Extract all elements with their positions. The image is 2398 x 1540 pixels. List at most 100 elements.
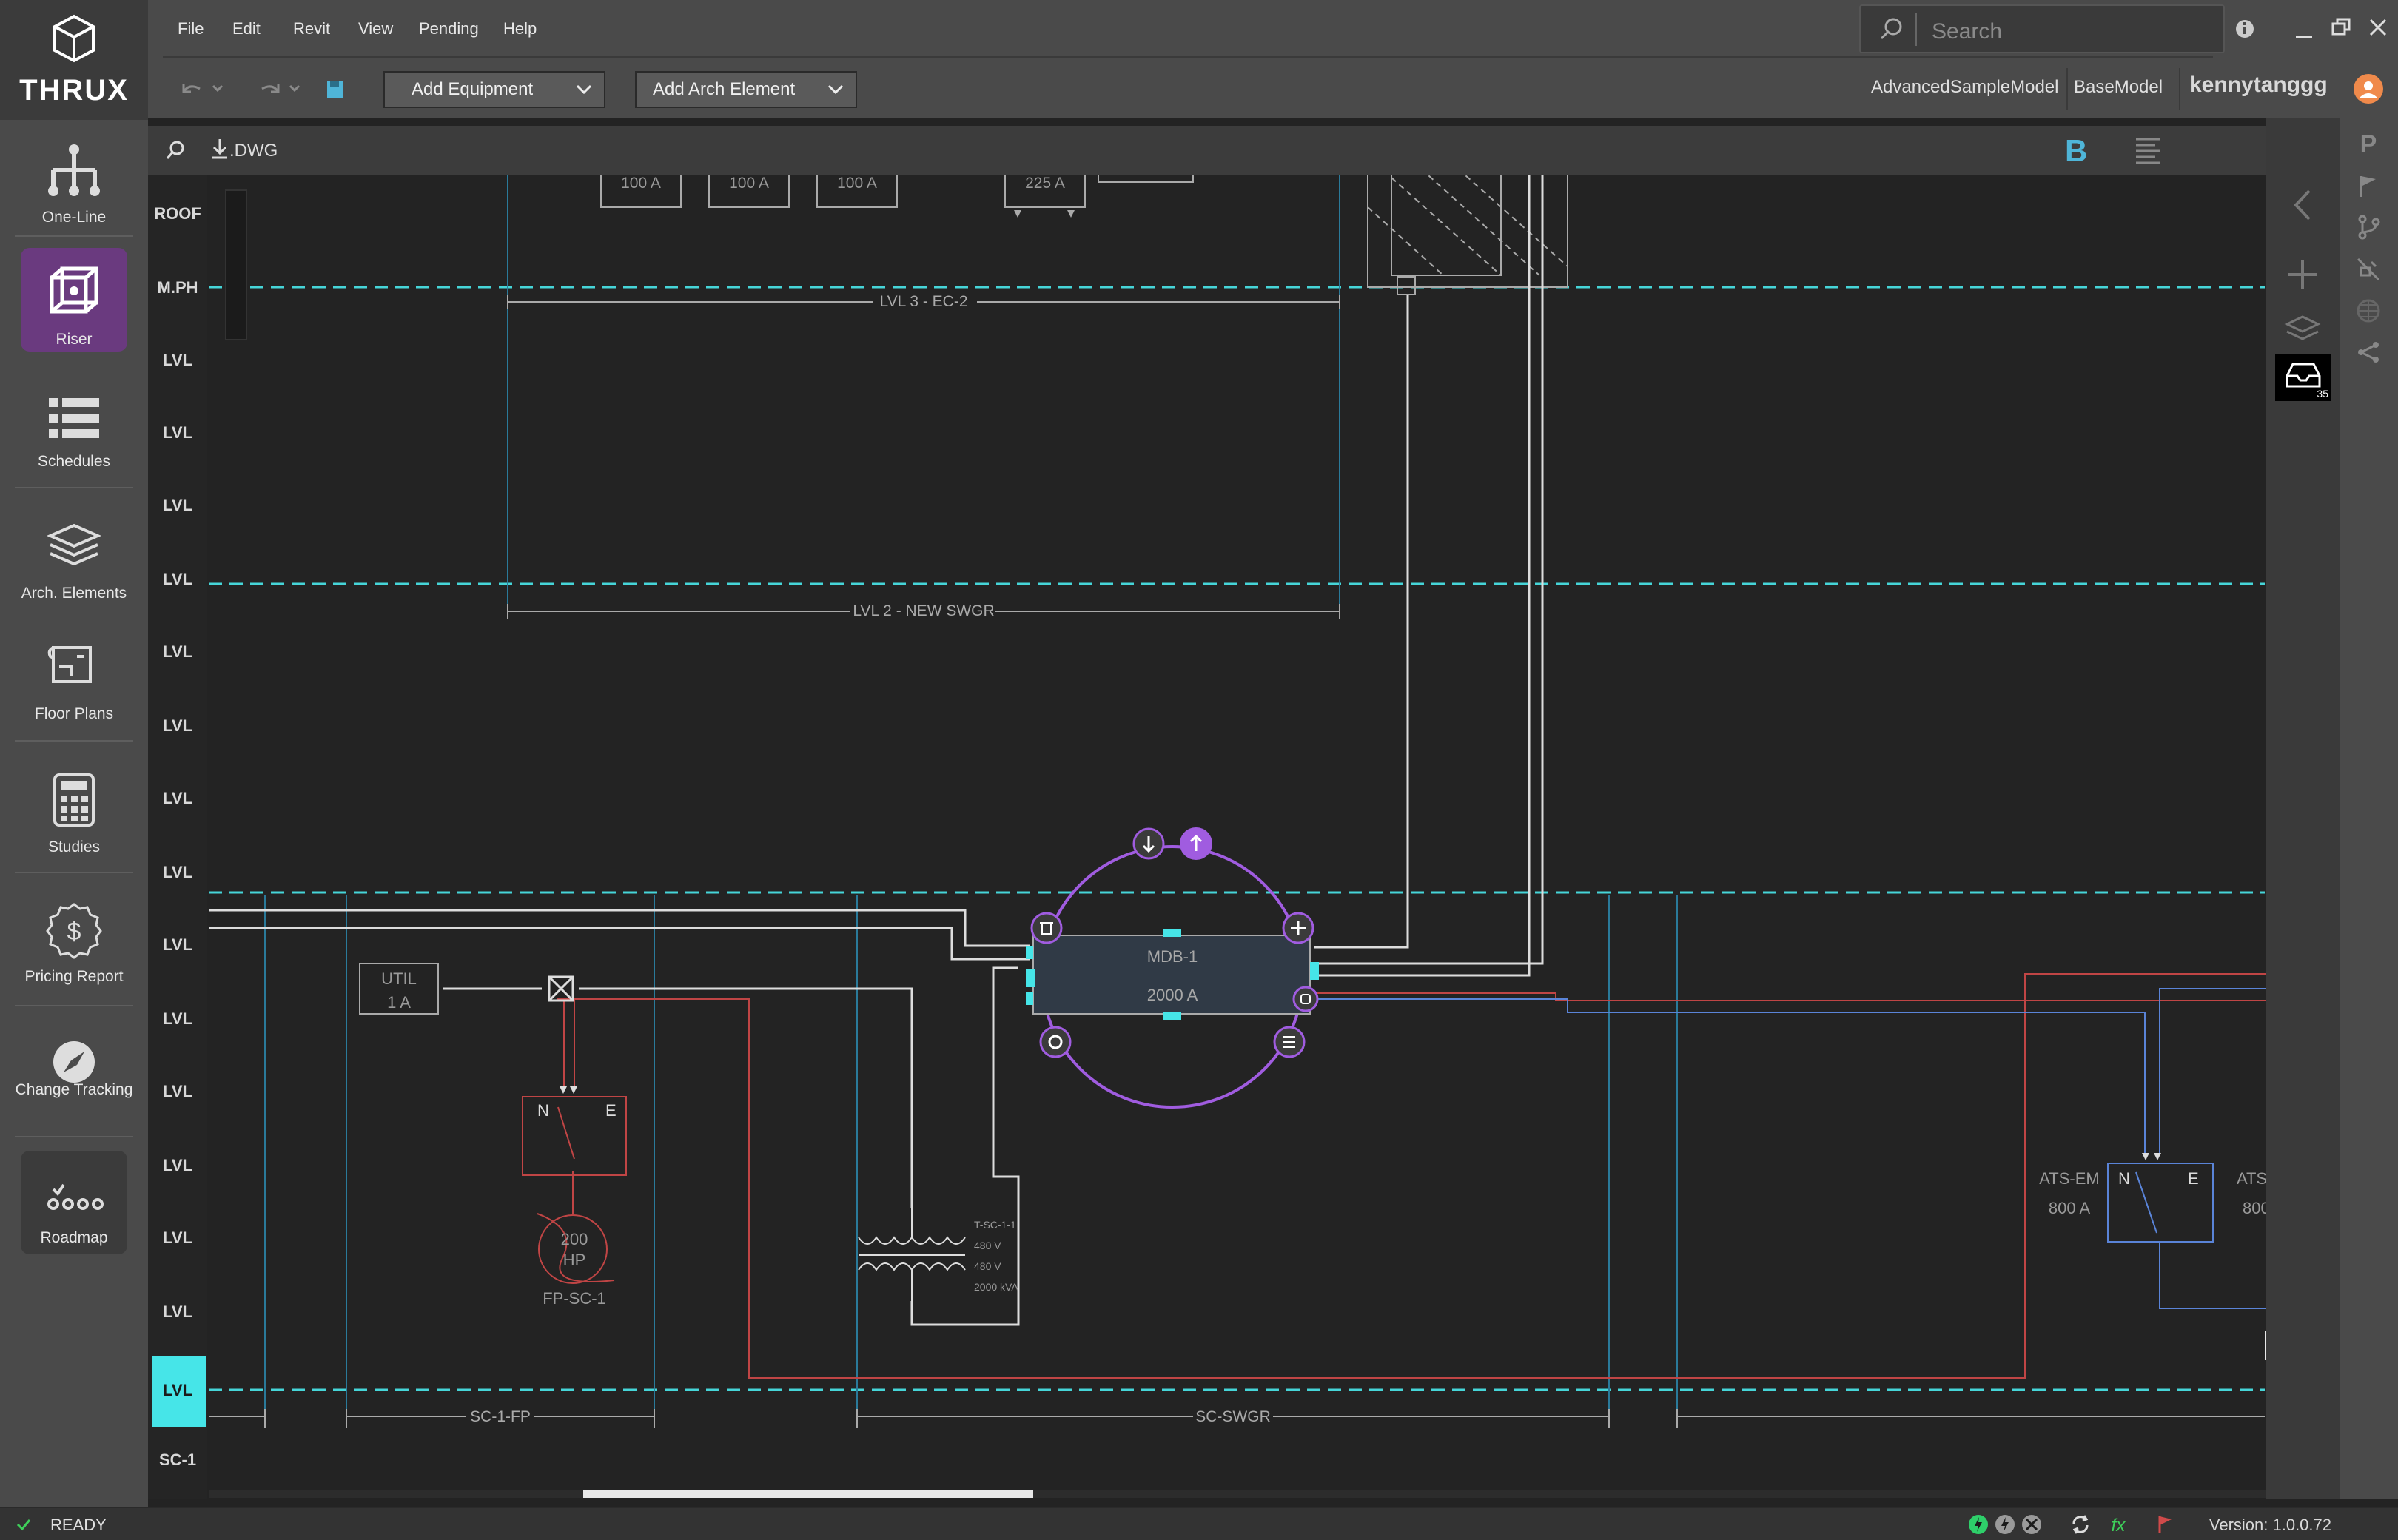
riser-canvas[interactable]: 100 A 100 A 100 A 225 A LVL 3 - EC-2 LVL…	[148, 175, 2266, 1499]
add-arch-label: Add Arch Element	[653, 79, 796, 99]
level-label[interactable]: LVL	[148, 1228, 207, 1248]
zone-label-scswgr: SC-SWGR	[1195, 1408, 1271, 1425]
text-align-icon[interactable]	[2133, 135, 2163, 167]
nav-schedules[interactable]: Schedules	[0, 385, 148, 481]
user-name[interactable]: kennytanggg	[2189, 73, 2328, 98]
info-icon[interactable]	[2234, 18, 2256, 40]
model-base[interactable]: BaseModel	[2074, 77, 2163, 98]
dwg-export-button[interactable]: .DWG	[229, 141, 278, 161]
minimize-icon[interactable]	[2293, 19, 2315, 41]
check-icon	[16, 1519, 31, 1531]
menu-edit[interactable]: Edit	[232, 19, 261, 38]
link-button	[1292, 986, 1319, 1012]
menu-view[interactable]: View	[358, 19, 393, 38]
zoom-search-icon[interactable]	[164, 139, 187, 161]
zone-label-sc1fp: SC-1-FP	[470, 1408, 531, 1425]
model-advanced[interactable]: AdvancedSampleModel	[1871, 77, 2059, 98]
power-green-icon[interactable]	[1967, 1513, 1989, 1536]
flag-red-icon[interactable]	[2154, 1513, 2176, 1536]
mdb-name: MDB-1	[1147, 947, 1198, 966]
logo: THRUX	[0, 0, 148, 120]
redo-icon[interactable]	[255, 78, 284, 101]
level-label[interactable]: LVL	[148, 1009, 207, 1029]
move-down-button	[1132, 827, 1165, 860]
add-icon[interactable]	[2284, 256, 2321, 293]
nav-roadmap-content[interactable]: Roadmap	[0, 1151, 148, 1254]
level-label[interactable]: LVL	[148, 716, 207, 736]
save-icon[interactable]	[324, 78, 346, 101]
svg-text:800: 800	[2243, 1199, 2266, 1217]
svg-text:$: $	[67, 918, 81, 946]
formula-icon[interactable]: fx	[2108, 1513, 2130, 1536]
parking-icon[interactable]: P	[2354, 129, 2383, 158]
svg-text:fx: fx	[2112, 1516, 2126, 1536]
level-label[interactable]: M.PH	[148, 278, 207, 297]
collapse-left-icon[interactable]	[2288, 186, 2318, 223]
nav-studies[interactable]: Studies	[0, 766, 148, 862]
undo-icon[interactable]	[178, 78, 207, 101]
level-label[interactable]: LVL	[148, 1302, 207, 1322]
close-icon[interactable]	[2367, 16, 2389, 38]
add-arch-element-dropdown[interactable]: Add Arch Element	[635, 71, 857, 108]
breaker-label: 100 A	[837, 175, 877, 192]
svg-text:HP: HP	[563, 1251, 586, 1269]
layers-icon	[47, 523, 101, 566]
level-label[interactable]: LVL	[148, 496, 207, 515]
unplug-icon[interactable]	[2354, 255, 2383, 284]
nav-label: Roadmap	[40, 1229, 108, 1246]
inbox-button[interactable]: 35	[2275, 354, 2331, 401]
breaker-label: 225 A	[1025, 175, 1065, 192]
motor-name: FP-SC-1	[543, 1289, 606, 1308]
menu-revit[interactable]: Revit	[293, 19, 330, 38]
bold-toggle[interactable]: B	[2065, 133, 2087, 169]
level-label[interactable]: LVL	[148, 423, 207, 443]
level-label[interactable]: LVL	[148, 642, 207, 662]
level-label[interactable]: LVL	[148, 570, 207, 589]
nav-one-line[interactable]: One-Line	[0, 133, 148, 229]
branch-icon[interactable]	[2354, 212, 2383, 241]
search-input[interactable]: Search	[1932, 19, 2002, 44]
nav-riser-content[interactable]: Riser	[0, 248, 148, 352]
svg-text:200: 200	[561, 1230, 588, 1248]
nav-change-tracking[interactable]: Change Tracking	[0, 1032, 148, 1129]
level-label[interactable]: LVL	[148, 935, 207, 955]
restore-icon[interactable]	[2330, 16, 2352, 38]
breaker-label: 100 A	[729, 175, 769, 192]
layers-stack-icon[interactable]	[2284, 312, 2321, 345]
undo-dropdown-icon[interactable]	[210, 81, 225, 96]
sync-icon[interactable]	[2069, 1513, 2092, 1536]
logo-text: THRUX	[19, 74, 129, 107]
redo-dropdown-icon[interactable]	[287, 81, 302, 96]
level-label[interactable]: LVL	[148, 789, 207, 808]
right-panel: 35	[2266, 118, 2340, 1499]
menu-pending[interactable]: Pending	[419, 19, 479, 38]
nav-pricing-report[interactable]: $ Pricing Report	[0, 895, 148, 992]
download-icon[interactable]	[210, 138, 229, 160]
grid-globe-icon[interactable]	[2354, 296, 2383, 326]
level-label[interactable]: LVL	[148, 863, 207, 882]
settings-button	[1039, 1026, 1072, 1058]
disabled-power-icon[interactable]	[2021, 1513, 2043, 1536]
level-label[interactable]: LVL	[148, 1156, 207, 1175]
flag-icon[interactable]	[2354, 172, 2383, 201]
level-label-selected[interactable]: LVL	[148, 1381, 207, 1400]
add-equipment-label: Add Equipment	[412, 79, 534, 99]
list-icon	[49, 398, 99, 438]
share-nodes-icon[interactable]	[2354, 337, 2383, 367]
nav-arch-elements[interactable]: Arch. Elements	[0, 511, 148, 607]
level-label[interactable]: ROOF	[148, 204, 207, 223]
level-label[interactable]: LVL	[148, 351, 207, 370]
power-gray-icon[interactable]	[1994, 1513, 2016, 1536]
add-equipment-dropdown[interactable]: Add Equipment	[383, 71, 605, 108]
avatar[interactable]	[2352, 73, 2385, 105]
menu-file[interactable]: File	[178, 19, 204, 38]
level-label[interactable]: LVL	[148, 1082, 207, 1101]
ats-em-rating: 800 A	[2049, 1199, 2091, 1217]
nav-label: Arch. Elements	[21, 585, 127, 602]
level-label[interactable]: SC-1	[148, 1450, 207, 1470]
menu-help[interactable]: Help	[503, 19, 537, 38]
search-box[interactable]: Search	[1859, 4, 2225, 53]
nav-floor-plans[interactable]: Floor Plans	[0, 633, 148, 729]
inbox-badge: 35	[2317, 388, 2328, 400]
svg-text:E: E	[605, 1101, 617, 1120]
